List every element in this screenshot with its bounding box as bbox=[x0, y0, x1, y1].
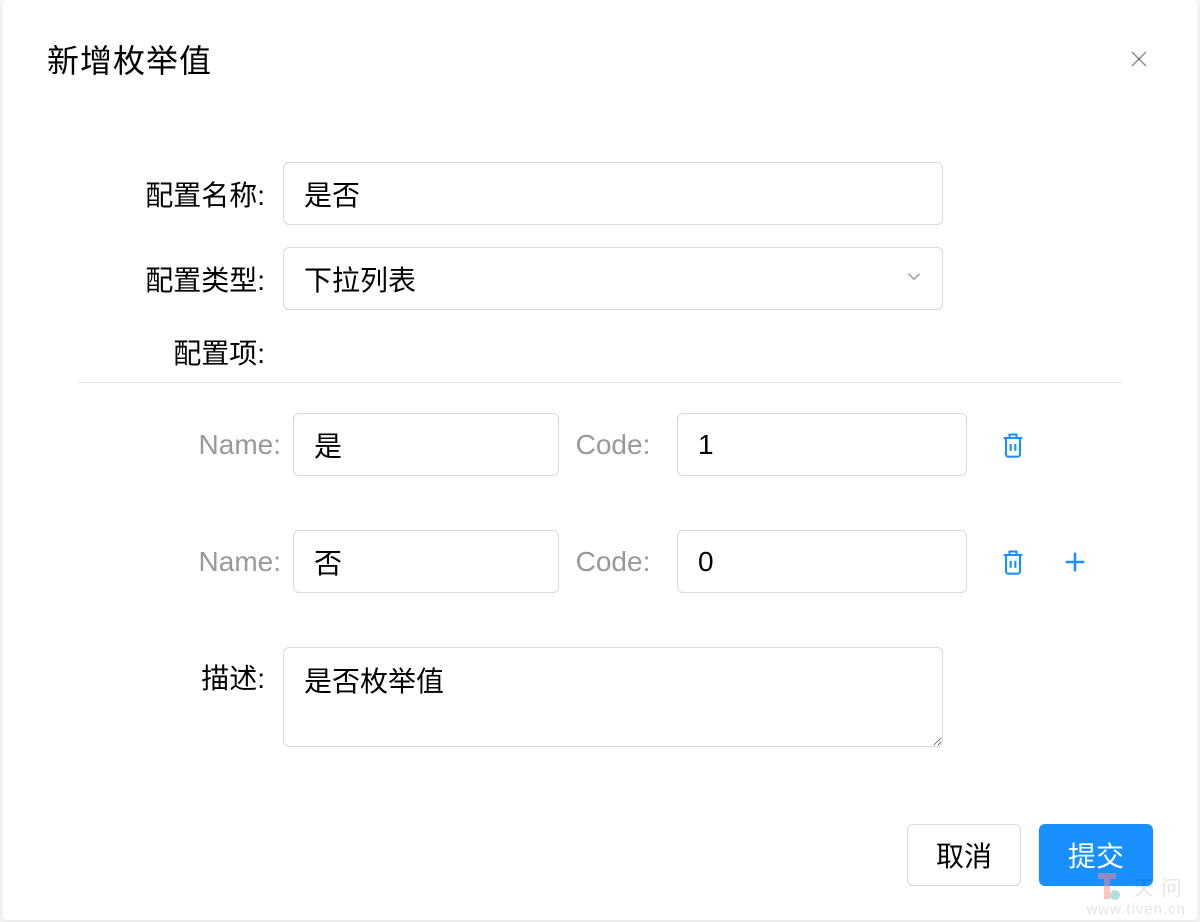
cancel-button[interactable]: 取消 bbox=[907, 824, 1021, 886]
item-code-label: Code: bbox=[559, 429, 667, 461]
modal-dialog: 新增枚举值 配置名称: 配置类型: bbox=[3, 0, 1197, 920]
config-item-row: Name: Code: bbox=[3, 413, 1197, 476]
delete-icon[interactable] bbox=[997, 546, 1029, 578]
item-name-label: Name: bbox=[3, 429, 293, 461]
item-code-label: Code: bbox=[559, 546, 667, 578]
modal-header: 新增枚举值 bbox=[3, 0, 1197, 82]
item-name-label: Name: bbox=[3, 546, 293, 578]
item-code-input[interactable] bbox=[677, 530, 967, 593]
item-name-input[interactable] bbox=[293, 413, 559, 476]
description-input[interactable] bbox=[283, 647, 943, 747]
config-items-label: 配置项: bbox=[3, 332, 283, 372]
description-row: 描述: bbox=[3, 647, 1197, 752]
config-name-label: 配置名称: bbox=[3, 174, 283, 214]
add-icon[interactable] bbox=[1059, 546, 1091, 578]
description-label: 描述: bbox=[3, 647, 283, 697]
item-code-input[interactable] bbox=[677, 413, 967, 476]
close-icon[interactable] bbox=[1125, 45, 1153, 73]
modal-body: 配置名称: 配置类型: 配置项: Name: C bbox=[3, 82, 1197, 824]
delete-icon[interactable] bbox=[997, 429, 1029, 461]
submit-button[interactable]: 提交 bbox=[1039, 824, 1153, 886]
config-type-row: 配置类型: bbox=[3, 247, 1197, 310]
item-name-input[interactable] bbox=[293, 530, 559, 593]
config-items-header-row: 配置项: bbox=[3, 332, 1197, 372]
config-type-select[interactable] bbox=[283, 247, 943, 310]
modal-title: 新增枚举值 bbox=[47, 36, 212, 82]
divider bbox=[77, 382, 1123, 383]
modal-footer: 取消 提交 bbox=[3, 824, 1197, 920]
config-type-label: 配置类型: bbox=[3, 259, 283, 299]
config-item-row: Name: Code: bbox=[3, 530, 1197, 593]
config-name-row: 配置名称: bbox=[3, 162, 1197, 225]
config-name-input[interactable] bbox=[283, 162, 943, 225]
